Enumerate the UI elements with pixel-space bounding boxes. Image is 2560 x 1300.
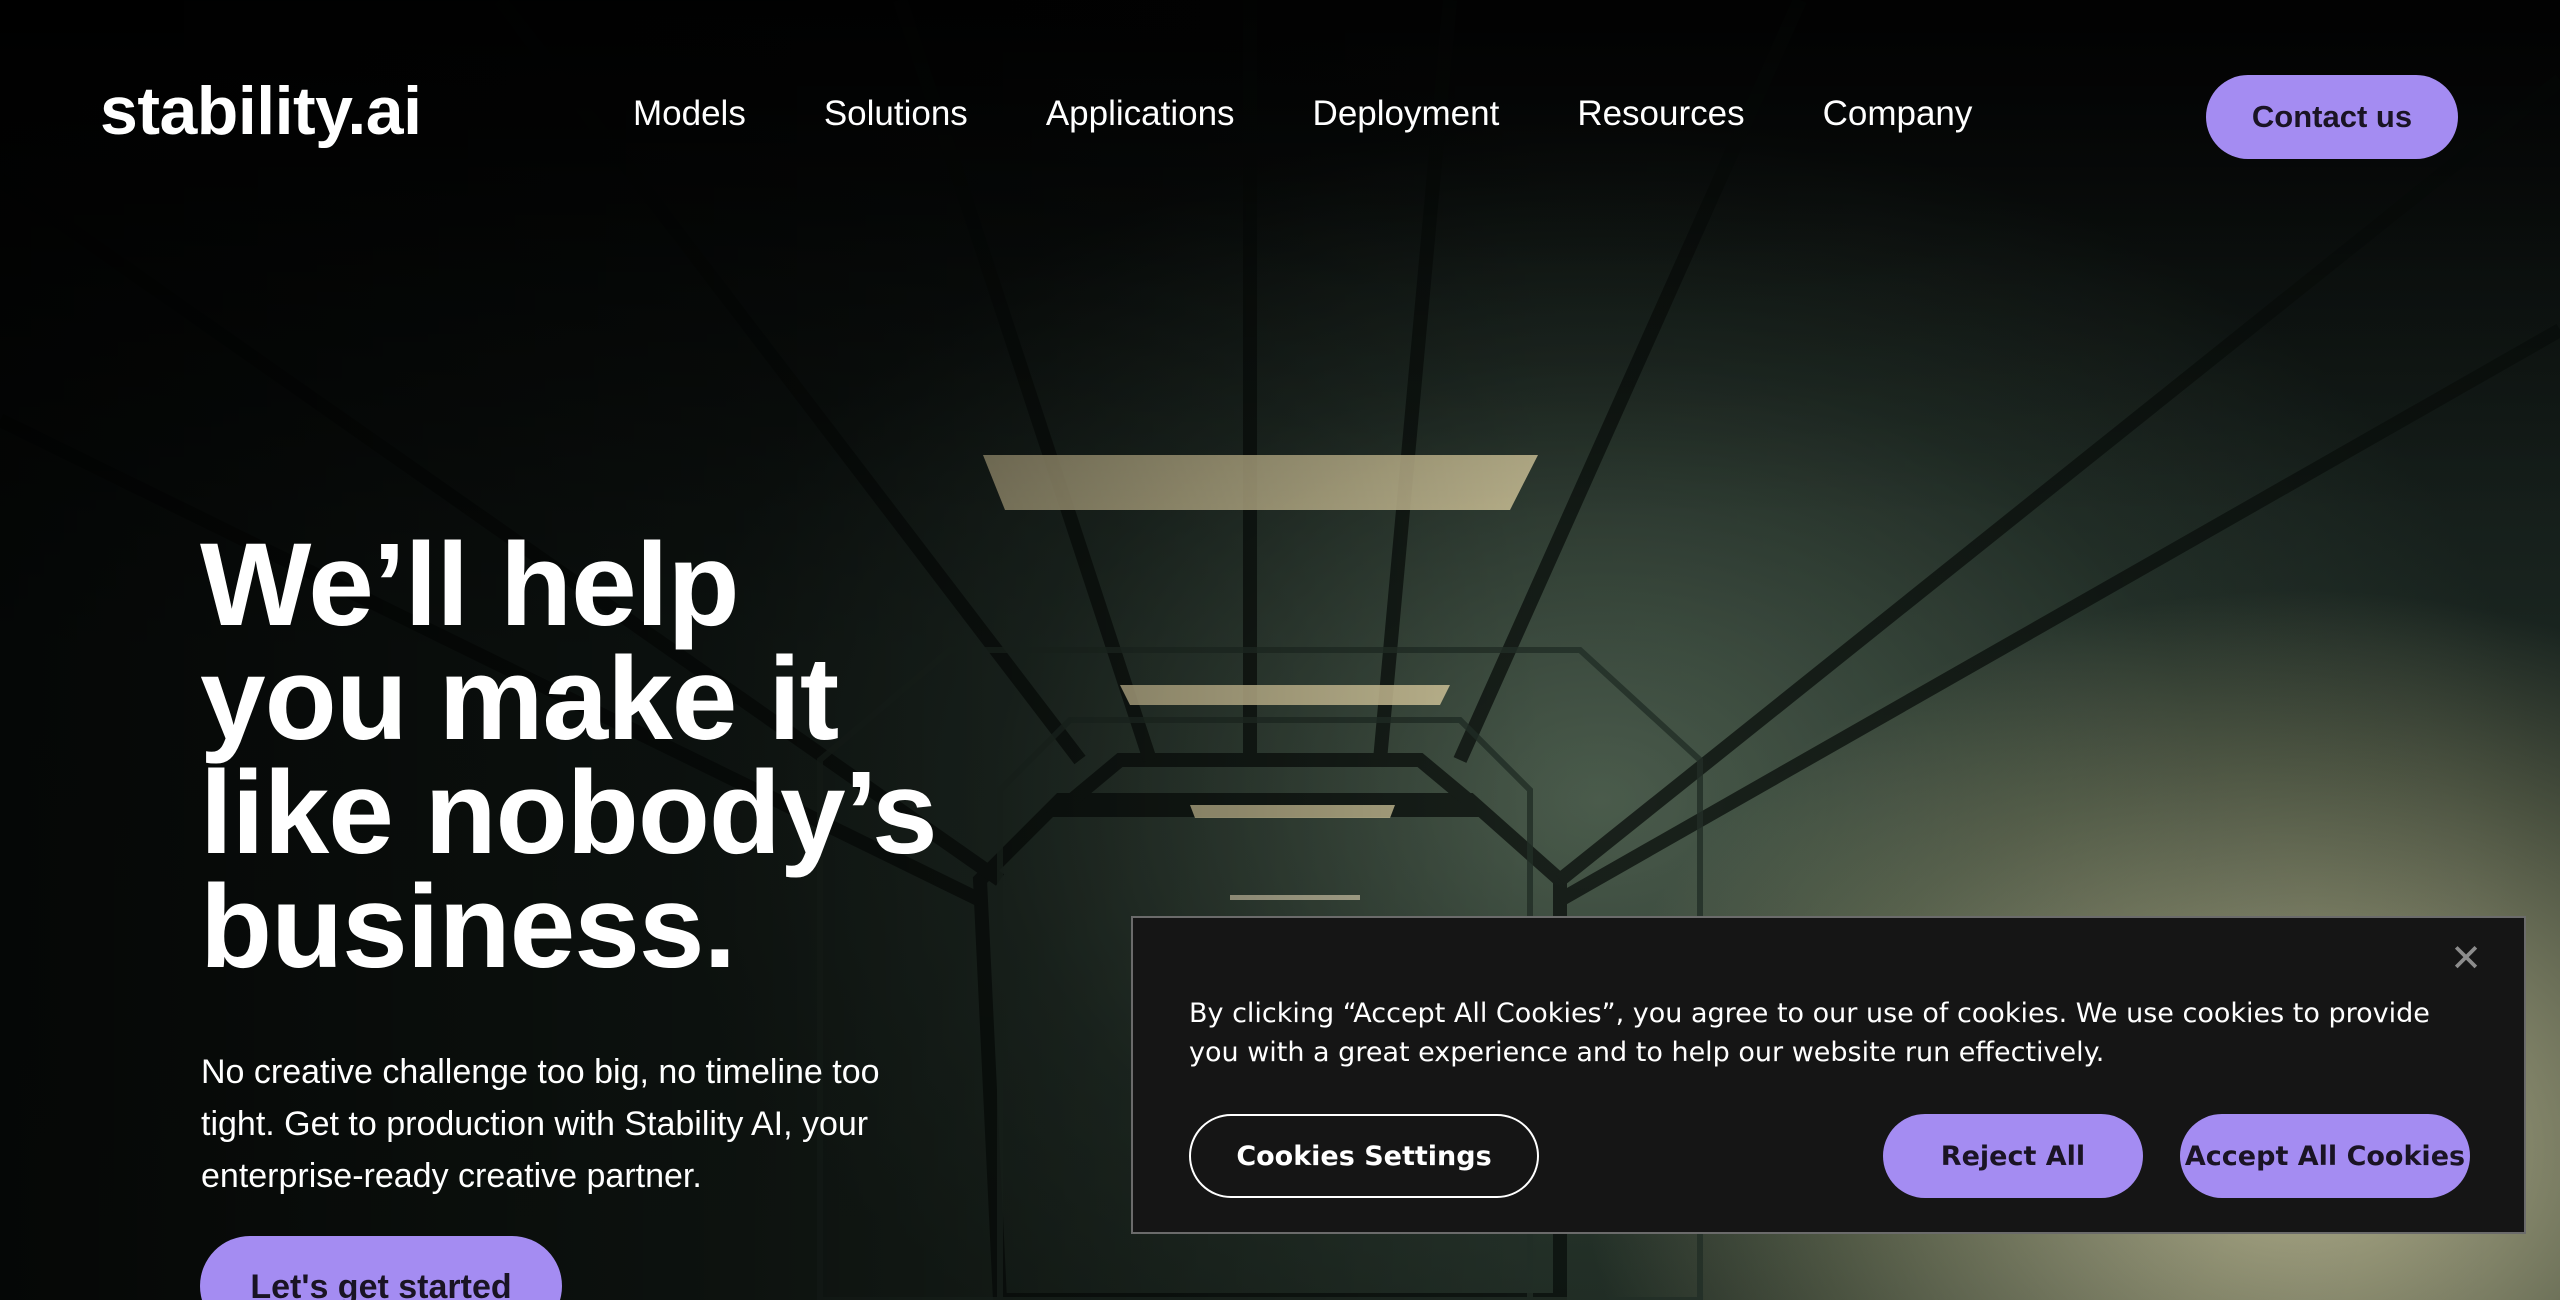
hero-title-line: business. bbox=[200, 861, 736, 993]
cookie-banner: ✕ By clicking “Accept All Cookies”, you … bbox=[1131, 916, 2526, 1234]
accept-all-cookies-button[interactable]: Accept All Cookies bbox=[2180, 1114, 2470, 1198]
hero-title: We’ll help you make it like nobody’s bus… bbox=[200, 519, 1100, 993]
cookies-settings-button[interactable]: Cookies Settings bbox=[1189, 1114, 1539, 1198]
hero-subtitle: No creative challenge too big, no timeli… bbox=[201, 1053, 880, 1195]
hero-title-line: you make it bbox=[200, 633, 839, 765]
get-started-button[interactable]: Let's get started bbox=[200, 1236, 562, 1300]
hero-title-line: like nobody’s bbox=[200, 747, 938, 879]
nav-item-solutions[interactable]: Solutions bbox=[824, 94, 968, 134]
nav-item-applications[interactable]: Applications bbox=[1046, 94, 1235, 134]
cookie-banner-text: By clicking “Accept All Cookies”, you ag… bbox=[1189, 998, 2430, 1068]
page: stability.ai Models Solutions Applicatio… bbox=[0, 0, 2560, 1300]
contact-us-button[interactable]: Contact us bbox=[2206, 75, 2458, 159]
nav-item-deployment[interactable]: Deployment bbox=[1313, 94, 1500, 134]
main-nav: Models Solutions Applications Deployment… bbox=[633, 94, 1972, 134]
nav-item-company[interactable]: Company bbox=[1823, 94, 1973, 134]
hero-title-line: We’ll help bbox=[200, 519, 740, 651]
reject-all-button[interactable]: Reject All bbox=[1883, 1114, 2143, 1198]
site-header: stability.ai Models Solutions Applicatio… bbox=[0, 0, 2560, 236]
nav-item-models[interactable]: Models bbox=[633, 94, 746, 134]
close-icon[interactable]: ✕ bbox=[2448, 936, 2484, 980]
nav-item-resources[interactable]: Resources bbox=[1577, 94, 1744, 134]
logo[interactable]: stability.ai bbox=[100, 72, 422, 150]
